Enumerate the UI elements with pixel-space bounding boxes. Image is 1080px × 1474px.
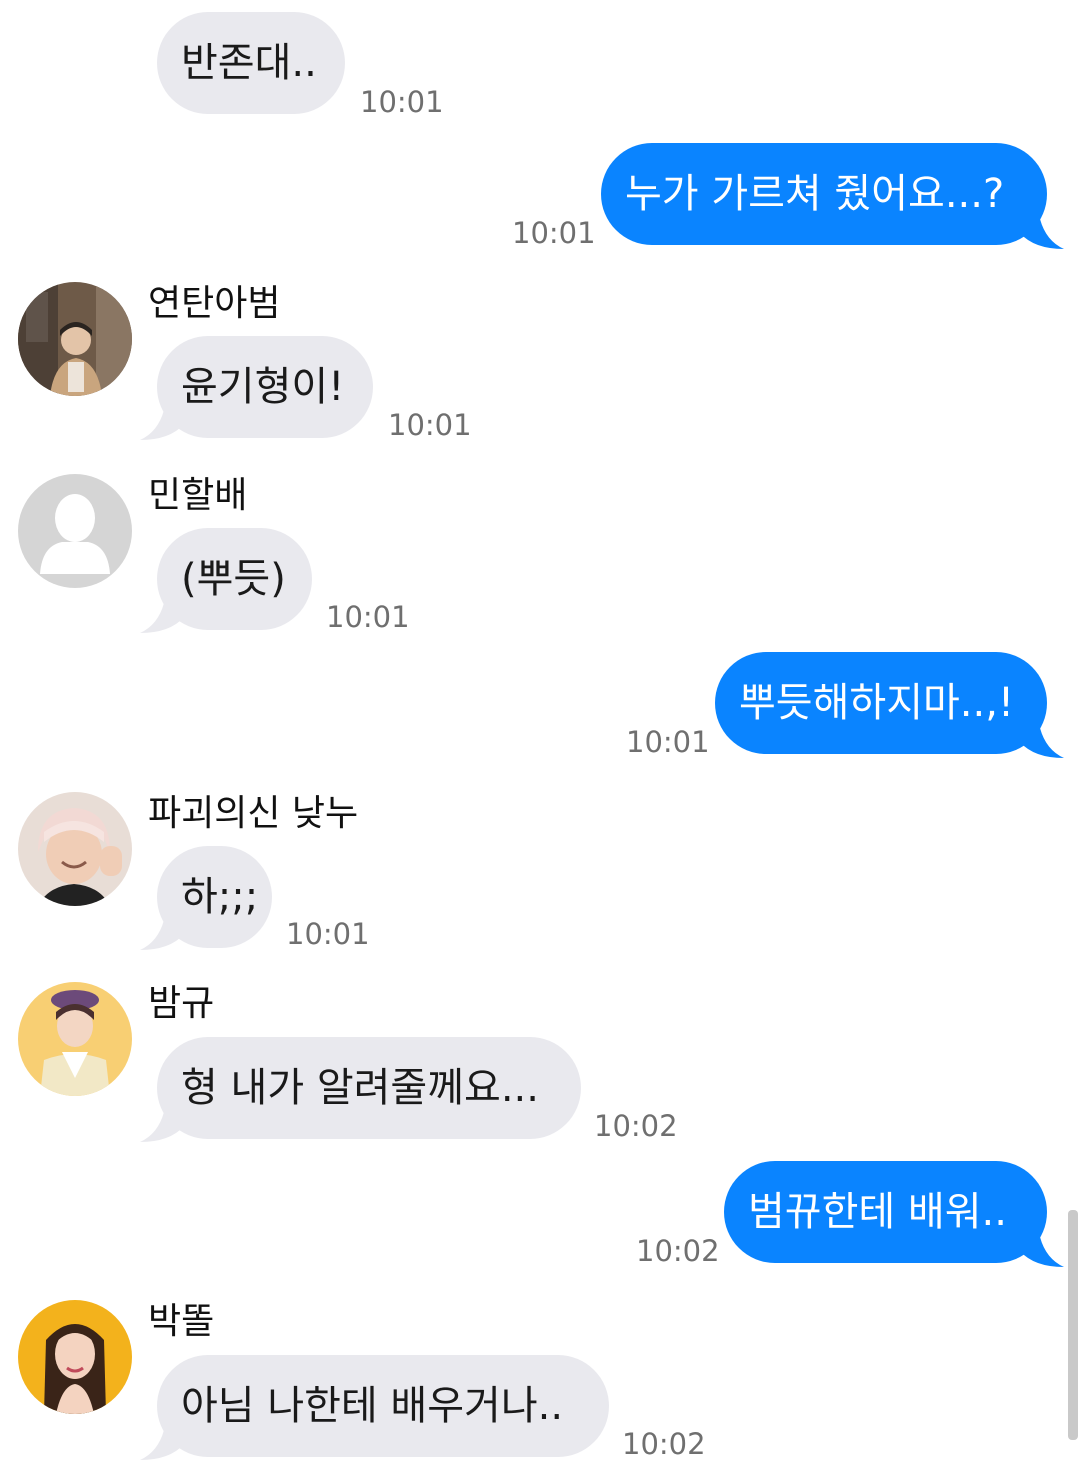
outgoing-bubble-tail — [1020, 219, 1064, 249]
incoming-message-bubble[interactable]: 하;;; — [157, 846, 272, 948]
message-timestamp: 10:02 — [594, 1109, 678, 1143]
message-timestamp: 10:01 — [512, 216, 596, 250]
incoming-message-bubble[interactable]: 윤기형이! — [157, 336, 373, 438]
message-timestamp: 10:01 — [626, 725, 710, 759]
message-timestamp: 10:01 — [360, 85, 444, 119]
incoming-message-bubble[interactable]: 반존대.. — [157, 12, 345, 114]
outgoing-bubble-tail — [1020, 728, 1064, 758]
boy-photo-avatar-icon — [18, 282, 132, 396]
incoming-message-bubble[interactable]: (뿌듯) — [157, 528, 312, 630]
message-timestamp: 10:01 — [326, 600, 410, 634]
message-timestamp: 10:01 — [388, 408, 472, 442]
message-timestamp: 10:02 — [636, 1234, 720, 1268]
outgoing-bubble-tail — [1020, 1237, 1064, 1267]
chat-thread[interactable]: 반존대.. 10:01 누가 가르쳐 줬어요...? 10:01 연탄아범 윤기… — [0, 0, 1080, 1474]
incoming-message-bubble[interactable]: 형 내가 알려줄께요... — [157, 1037, 581, 1139]
sender-avatar[interactable] — [18, 792, 132, 906]
sender-name: 밤규 — [148, 983, 215, 1024]
message-timestamp: 10:02 — [622, 1427, 706, 1461]
sender-avatar[interactable] — [18, 1300, 132, 1414]
message-timestamp: 10:01 — [286, 917, 370, 951]
sender-avatar[interactable] — [18, 474, 132, 588]
outgoing-message-bubble[interactable]: 뿌듯해하지마..,! — [715, 652, 1047, 754]
outgoing-message-bubble[interactable]: 범뀨한테 배워.. — [724, 1161, 1047, 1263]
sender-avatar[interactable] — [18, 282, 132, 396]
waving-boy-avatar-icon — [18, 792, 132, 906]
boy-yellow-avatar-icon — [18, 982, 132, 1096]
default-user-avatar-icon — [18, 474, 132, 588]
sender-name: 박똘 — [148, 1301, 215, 1342]
sender-name: 파괴의신 낮누 — [148, 793, 359, 834]
sender-name: 민할배 — [148, 475, 248, 516]
girl-yellow-avatar-icon — [18, 1300, 132, 1414]
sender-name: 연탄아범 — [148, 283, 281, 324]
outgoing-message-bubble[interactable]: 누가 가르쳐 줬어요...? — [601, 143, 1047, 245]
sender-avatar[interactable] — [18, 982, 132, 1096]
scrollbar[interactable] — [1068, 1210, 1078, 1440]
incoming-message-bubble[interactable]: 아님 나한테 배우거나.. — [157, 1355, 609, 1457]
